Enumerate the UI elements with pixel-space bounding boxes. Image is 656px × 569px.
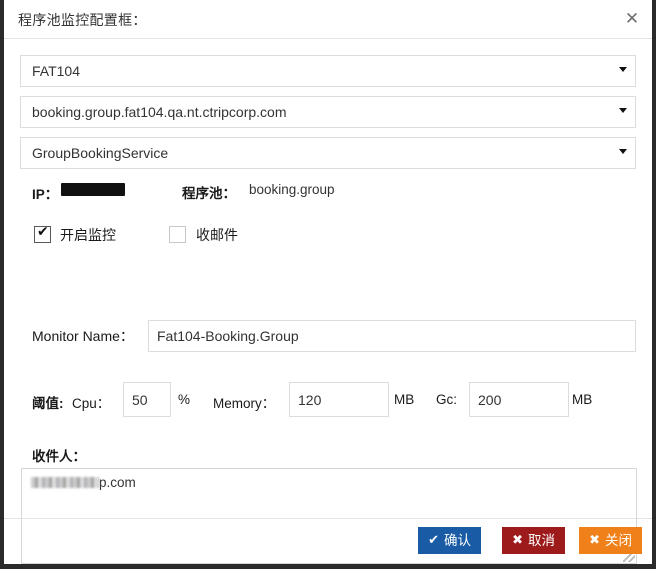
cpu-threshold-input[interactable] <box>123 382 171 417</box>
monitor-name-label: Monitor Name： <box>32 328 134 344</box>
close-icon[interactable]: ✕ <box>623 10 641 28</box>
chevron-down-icon <box>619 108 627 113</box>
confirm-button[interactable]: ✔ 确认 <box>418 527 481 554</box>
check-icon: ✔ <box>37 224 49 240</box>
ip-label: IP： <box>32 187 59 202</box>
memory-label: Memory： <box>213 396 276 411</box>
cpu-label: Cpu： <box>72 396 111 411</box>
close-button-label: 关闭 <box>605 532 632 548</box>
service-select-value: GroupBookingService <box>32 145 169 161</box>
environment-select[interactable]: FAT104 <box>20 55 636 87</box>
recipient-redacted <box>31 477 99 488</box>
confirm-button-label: 确认 <box>444 532 471 548</box>
recipient-suffix: p.com <box>99 475 136 490</box>
gc-label: Gc: <box>436 392 458 407</box>
check-icon: ✔ <box>428 533 439 548</box>
monitor-name-row: Monitor Name： <box>4 320 652 352</box>
recipients-value: p.com <box>31 475 136 490</box>
environment-select-value: FAT104 <box>32 63 80 79</box>
recipients-label: 收件人： <box>32 449 86 464</box>
cancel-button[interactable]: ✖ 取消 <box>502 527 565 554</box>
info-row: IP： 程序池： booking.group <box>4 180 652 204</box>
gc-unit: MB <box>572 392 593 407</box>
receive-mail-label: 收邮件 <box>196 227 238 243</box>
pool-label: 程序池： <box>182 186 236 201</box>
threshold-label: 阈值: <box>32 396 64 411</box>
page-background: 程序池监控配置框： ✕ FAT104 booking.group.fat104.… <box>0 0 656 569</box>
pool-value: booking.group <box>249 182 335 197</box>
chevron-down-icon <box>619 149 627 154</box>
dialog-title: 程序池监控配置框： <box>18 12 147 28</box>
enable-monitor-label: 开启监控 <box>60 227 116 243</box>
receive-mail-checkbox[interactable] <box>169 226 186 243</box>
close-button[interactable]: ✖ 关闭 <box>579 527 642 554</box>
monitor-name-input[interactable] <box>148 320 636 352</box>
memory-threshold-input[interactable] <box>289 382 389 417</box>
cancel-button-label: 取消 <box>528 532 555 548</box>
dialog-footer: ✔ 确认 ✖ 取消 ✖ 关闭 <box>4 518 652 564</box>
cross-icon: ✖ <box>589 533 600 548</box>
threshold-row: 阈值: Cpu： % Memory： MB Gc: MB <box>4 382 652 418</box>
cross-icon: ✖ <box>512 533 523 548</box>
ip-value-redacted <box>61 183 125 196</box>
checkbox-row: ✔ 开启监控 收邮件 <box>4 222 652 248</box>
dialog-header: 程序池监控配置框： ✕ <box>4 0 652 39</box>
gc-threshold-input[interactable] <box>469 382 569 417</box>
host-select-value: booking.group.fat104.qa.nt.ctripcorp.com <box>32 104 287 120</box>
enable-monitor-checkbox[interactable]: ✔ <box>34 224 51 243</box>
memory-unit: MB <box>394 392 415 407</box>
service-select[interactable]: GroupBookingService <box>20 137 636 169</box>
host-select[interactable]: booking.group.fat104.qa.nt.ctripcorp.com <box>20 96 636 128</box>
monitor-config-dialog: 程序池监控配置框： ✕ FAT104 booking.group.fat104.… <box>4 0 652 564</box>
chevron-down-icon <box>619 67 627 72</box>
dialog-body: FAT104 booking.group.fat104.qa.nt.ctripc… <box>4 39 652 564</box>
cpu-unit: % <box>178 392 191 407</box>
